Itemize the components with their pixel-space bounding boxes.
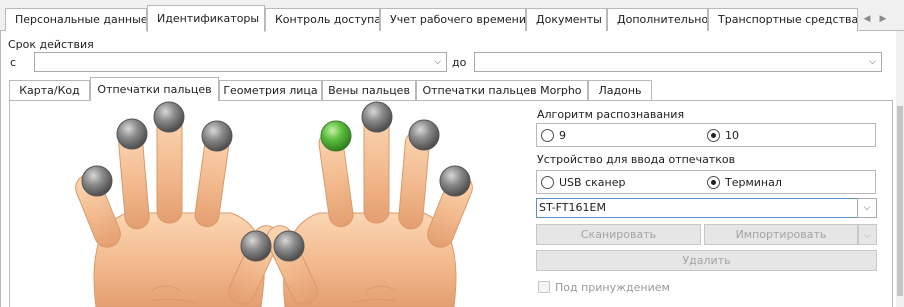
right-middle-finger-button[interactable]: [361, 101, 393, 133]
tab-documents[interactable]: Документы: [526, 8, 607, 31]
terminal-dropdown-button[interactable]: ⌵: [857, 198, 877, 218]
scrollbar-thumb[interactable]: [897, 106, 903, 296]
vertical-scrollbar[interactable]: [896, 31, 904, 307]
tab-fingerprints-morpho[interactable]: Отпечатки пальцев Morpho: [416, 80, 588, 100]
algorithm-9-radio[interactable]: [541, 129, 554, 142]
left-ring-finger-button[interactable]: [116, 118, 148, 150]
right-thumb-button[interactable]: [273, 230, 305, 262]
tab-personal-data[interactable]: Персональные данные: [5, 8, 147, 31]
chevron-down-icon[interactable]: ⌵: [429, 53, 446, 71]
usb-scanner-radio[interactable]: [541, 176, 554, 189]
tab-card-code[interactable]: Карта/Код: [9, 80, 90, 100]
tab-identifiers[interactable]: Идентификаторы: [147, 5, 265, 32]
tab-palm[interactable]: Ладонь: [588, 80, 652, 100]
algorithm-10-radio[interactable]: [707, 129, 720, 142]
left-thumb-button[interactable]: [240, 230, 272, 262]
import-button[interactable]: Импортировать: [704, 224, 858, 245]
right-ring-finger-button[interactable]: [408, 119, 440, 151]
tab-time-attendance[interactable]: Учет рабочего времени: [380, 8, 526, 31]
validity-to-label: до: [452, 56, 467, 69]
right-hand: [266, 112, 473, 307]
tabs-scroll-left-icon[interactable]: ◀: [860, 9, 874, 29]
tab-additional[interactable]: Дополнительно: [607, 8, 708, 31]
top-tab-strip: Персональные данные Идентификаторы Контр…: [0, 0, 904, 32]
tab-vehicles[interactable]: Транспортные средства: [708, 8, 858, 31]
import-dropdown-button[interactable]: ⌵: [858, 224, 877, 245]
tab-access-control[interactable]: Контроль доступа: [265, 8, 380, 31]
hands-illustration: [75, 101, 473, 307]
validity-title: Срок действия: [8, 38, 94, 51]
delete-button[interactable]: Удалить: [536, 250, 877, 271]
duress-label[interactable]: Под принуждением: [555, 281, 670, 294]
chevron-down-icon: ⌵: [864, 231, 871, 241]
left-little-finger-button[interactable]: [81, 165, 113, 197]
tab-finger-veins[interactable]: Вены пальцев: [322, 80, 416, 100]
validity-from-label: с: [10, 56, 17, 69]
device-group: USB сканер Терминал: [536, 170, 876, 194]
right-little-finger-button[interactable]: [439, 165, 471, 197]
validity-from-input[interactable]: ⌵: [34, 52, 447, 72]
algorithm-title: Алгоритм распознавания: [537, 108, 685, 121]
validity-to-input[interactable]: ⌵: [474, 52, 882, 72]
right-index-finger-button[interactable]: [320, 120, 352, 152]
duress-checkbox[interactable]: [538, 281, 550, 293]
chevron-down-icon[interactable]: ⌵: [864, 53, 881, 71]
chevron-down-icon[interactable]: ⌵: [858, 199, 876, 217]
terminal-select[interactable]: ST-FT161EM: [536, 198, 877, 218]
usb-scanner-label[interactable]: USB сканер: [559, 176, 625, 189]
algorithm-10-label[interactable]: 10: [725, 129, 739, 142]
terminal-radio[interactable]: [707, 176, 720, 189]
left-index-finger-button[interactable]: [201, 120, 233, 152]
tabs-scroll-right-icon[interactable]: ▶: [876, 9, 890, 29]
algorithm-9-label[interactable]: 9: [559, 129, 566, 142]
left-middle-finger-button[interactable]: [153, 101, 185, 133]
left-hand: [75, 112, 280, 307]
scan-button[interactable]: Сканировать: [536, 224, 701, 245]
device-title: Устройство для ввода отпечатков: [537, 153, 736, 166]
terminal-select-value: ST-FT161EM: [539, 201, 606, 214]
terminal-label[interactable]: Терминал: [725, 176, 782, 189]
tab-face-geometry[interactable]: Геометрия лица: [219, 80, 322, 100]
tab-fingerprints[interactable]: Отпечатки пальцев: [90, 77, 219, 101]
algorithm-group: 9 10: [536, 123, 876, 147]
